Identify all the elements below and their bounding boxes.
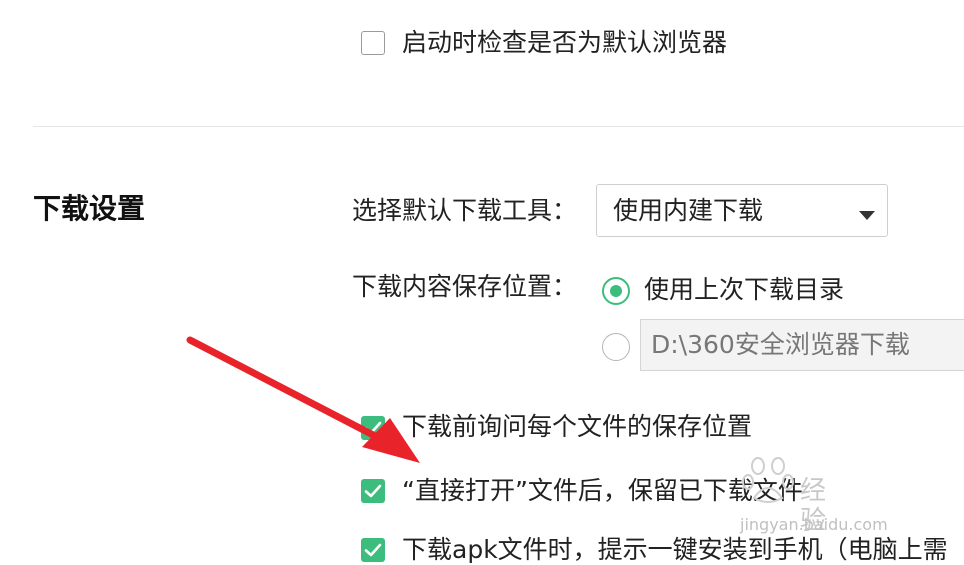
red-annotation-arrow-icon <box>186 336 420 463</box>
